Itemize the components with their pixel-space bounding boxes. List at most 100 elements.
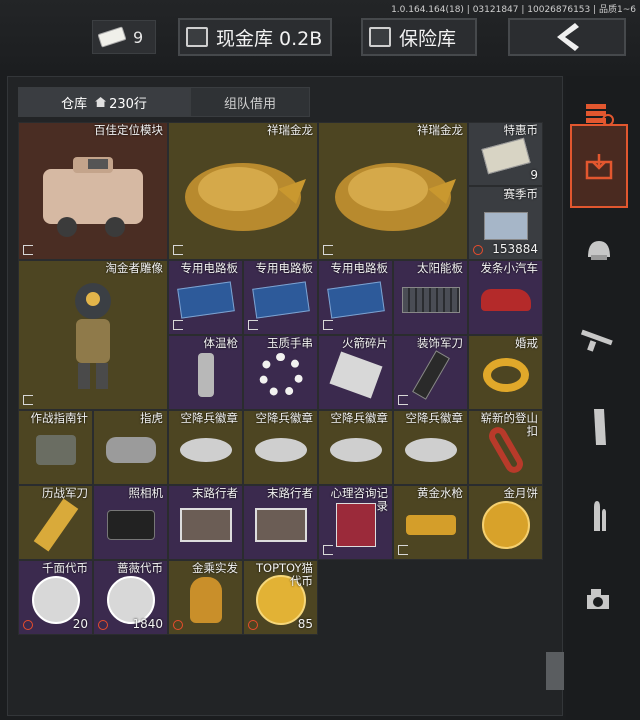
item-cell[interactable]: 空降兵徽章 xyxy=(243,410,318,485)
item-cell[interactable]: 金月饼 xyxy=(468,485,543,560)
item-cell[interactable]: 百佳定位模块 xyxy=(18,122,168,260)
thermometer-gun-image xyxy=(197,353,214,398)
item-cell[interactable]: 空降兵徽章 xyxy=(168,410,243,485)
timer-icon xyxy=(473,245,483,255)
item-cell[interactable]: 黄金水枪 xyxy=(393,485,468,560)
item-cell[interactable]: 末路行者 xyxy=(168,485,243,560)
item-name: 金月饼 xyxy=(503,486,539,500)
item-cell[interactable]: 心理咨询记录 xyxy=(318,485,393,560)
item-cell[interactable]: 装饰军刀 xyxy=(393,335,468,410)
empty-slots xyxy=(322,560,543,706)
magazine-icon xyxy=(594,409,606,445)
rifle-icon xyxy=(580,329,613,352)
item-name: 太阳能板 xyxy=(417,261,463,275)
item-cell[interactable]: 历战军刀 xyxy=(18,485,93,560)
item-cell[interactable]: TOPTOY猫代币 85 xyxy=(243,560,318,635)
timer-icon xyxy=(173,620,183,630)
item-name: 金乘实发 xyxy=(192,561,238,575)
version-text: 1.0.164.164(18) | 03121847 | 10026876153… xyxy=(391,5,636,15)
scope-icon xyxy=(587,589,609,609)
sidebar-item-all[interactable] xyxy=(570,124,628,208)
tab-team-borrow[interactable]: 组队借用 xyxy=(190,87,310,117)
item-cell[interactable]: 发条小汽车 xyxy=(468,260,543,335)
gold-digger-statue-image xyxy=(58,279,128,403)
sidebar-item-rifle[interactable] xyxy=(570,312,628,370)
item-name: 特惠币 xyxy=(503,123,539,137)
season-coin-image xyxy=(483,211,528,240)
item-count: 9 xyxy=(530,168,538,182)
ticket-icon xyxy=(97,26,127,48)
item-cell[interactable]: 玉质手串 xyxy=(243,335,318,410)
item-name: 指虎 xyxy=(140,411,163,425)
item-count: 1840 xyxy=(132,617,163,631)
cash-stack-image xyxy=(480,138,531,175)
item-cell[interactable]: 淘金者雕像 xyxy=(18,260,168,410)
sidebar-item-attachment[interactable] xyxy=(570,572,628,630)
item-name: 婚戒 xyxy=(515,336,538,350)
lock-icon xyxy=(398,395,408,405)
item-name: 祥瑞金龙 xyxy=(417,123,463,137)
item-cell[interactable]: 祥瑞金龙 xyxy=(168,122,318,260)
item-name: 淘金者雕像 xyxy=(105,261,164,275)
item-cell[interactable]: 崭新的登山扣 xyxy=(468,410,543,485)
corner-mark-icon xyxy=(248,320,258,330)
timer-icon xyxy=(248,620,258,630)
tab-warehouse[interactable]: 仓库 230行 xyxy=(18,87,190,117)
tab-warehouse-rows: 230行 xyxy=(109,96,147,112)
paratrooper-badge-image xyxy=(179,438,232,463)
sidebar-item-ammo[interactable] xyxy=(570,488,628,546)
back-button[interactable] xyxy=(508,18,626,56)
ticket-counter[interactable]: 9 xyxy=(92,20,156,54)
item-name: 体温枪 xyxy=(203,336,239,350)
item-cell[interactable]: 火箭碎片 xyxy=(318,335,393,410)
item-name: 黄金水枪 xyxy=(417,486,463,500)
item-cell[interactable]: 赛季币 153884 xyxy=(468,186,543,260)
item-name: 千面代币 xyxy=(42,561,88,575)
chevron-left-icon xyxy=(557,23,579,51)
cash-vault-button[interactable]: 现金库 0.2B xyxy=(178,18,332,56)
ticket-count: 9 xyxy=(133,27,144,47)
item-name: 玉质手串 xyxy=(267,336,313,350)
war-saber-image xyxy=(33,498,78,552)
sidebar-item-helmet[interactable] xyxy=(570,222,628,280)
item-name: 末路行者 xyxy=(192,486,238,500)
item-cell[interactable]: 专用电路板 xyxy=(243,260,318,335)
gold-mooncake-image xyxy=(481,501,530,550)
item-cell[interactable]: 指虎 xyxy=(93,410,168,485)
helmet-icon xyxy=(588,241,610,260)
item-cell[interactable]: 作战指南针 xyxy=(18,410,93,485)
item-name: TOPTOY猫代币 xyxy=(256,561,313,588)
item-cell[interactable]: 蔷薇代币 1840 xyxy=(93,560,168,635)
gold-water-gun-image xyxy=(405,515,456,536)
item-cell[interactable]: 末路行者 xyxy=(243,485,318,560)
item-name: 空降兵徽章 xyxy=(405,411,464,425)
item-cell[interactable]: 婚戒 xyxy=(468,335,543,410)
item-cell[interactable]: 空降兵徽章 xyxy=(318,410,393,485)
item-name: 照相机 xyxy=(128,486,164,500)
item-cell[interactable]: 千面代币 20 xyxy=(18,560,93,635)
circuit-board-image xyxy=(251,281,310,320)
item-cell[interactable]: 照相机 xyxy=(93,485,168,560)
brass-knuckles-image xyxy=(105,437,156,464)
item-cell[interactable]: 专用电路板 xyxy=(168,260,243,335)
scrollbar-thumb[interactable] xyxy=(546,652,564,690)
item-cell[interactable]: 特惠币 9 xyxy=(468,122,543,186)
item-cell[interactable]: 金乘实发 xyxy=(168,560,243,635)
item-cell[interactable]: 专用电路板 xyxy=(318,260,393,335)
safe-button[interactable]: 保险库 xyxy=(361,18,477,56)
paratrooper-badge-image xyxy=(404,438,457,463)
sidebar-item-magazine[interactable] xyxy=(570,398,628,456)
corner-mark-icon xyxy=(23,395,33,405)
locator-module-image xyxy=(33,149,153,243)
item-name: 历战军刀 xyxy=(42,486,88,500)
item-name: 作战指南针 xyxy=(30,411,89,425)
item-cell[interactable]: 体温枪 xyxy=(168,335,243,410)
item-name: 火箭碎片 xyxy=(342,336,388,350)
box-arrow-icon xyxy=(585,154,613,180)
item-name: 崭新的登山扣 xyxy=(480,411,539,438)
jade-bracelet-image xyxy=(258,353,303,398)
item-cell[interactable]: 空降兵徽章 xyxy=(393,410,468,485)
item-cell[interactable]: 太阳能板 xyxy=(393,260,468,335)
item-cell[interactable]: 祥瑞金龙 xyxy=(318,122,468,260)
tab-team-borrow-label: 组队借用 xyxy=(223,96,276,112)
